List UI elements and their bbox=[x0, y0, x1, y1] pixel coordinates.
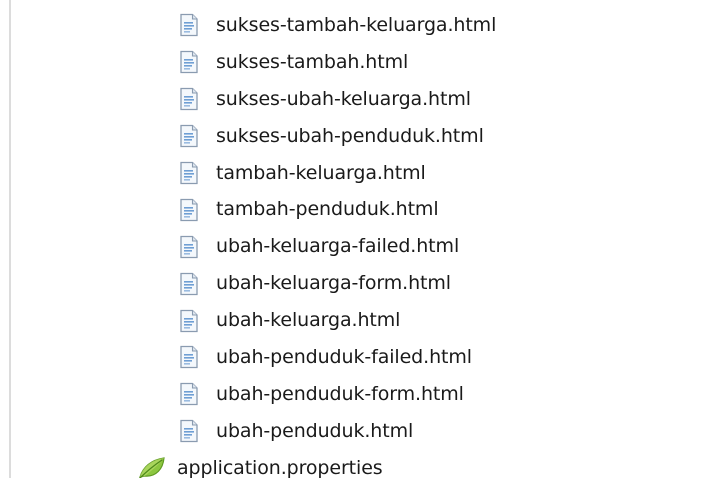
tree-item-label: application.properties bbox=[177, 456, 383, 478]
html-file-icon bbox=[180, 198, 198, 222]
tree-item-sukses-tambah-keluarga[interactable]: sukses-tambah-keluarga.html bbox=[0, 7, 496, 44]
tree-item-label: sukses-ubah-keluarga.html bbox=[216, 87, 471, 110]
tree-item-label: ubah-keluarga-form.html bbox=[216, 272, 451, 295]
tree-item-sukses-ubah-keluarga[interactable]: sukses-ubah-keluarga.html bbox=[0, 81, 496, 118]
tree-item-tambah-penduduk[interactable]: tambah-penduduk.html bbox=[0, 191, 496, 228]
tree-item-tambah-keluarga[interactable]: tambah-keluarga.html bbox=[0, 155, 496, 192]
spring-leaf-icon bbox=[139, 457, 165, 478]
tree-item-label: ubah-penduduk-failed.html bbox=[216, 345, 472, 368]
tree-item-label: sukses-ubah-penduduk.html bbox=[216, 124, 484, 147]
tree-item-label: tambah-penduduk.html bbox=[216, 198, 439, 221]
file-list: sukses-tambah-keluarga.html sukses-tamba… bbox=[0, 7, 496, 478]
html-file-icon bbox=[180, 88, 198, 111]
tree-item-sukses-tambah[interactable]: sukses-tambah.html bbox=[0, 44, 496, 81]
tree-item-ubah-keluarga[interactable]: ubah-keluarga.html bbox=[0, 302, 496, 339]
html-file-icon bbox=[180, 51, 198, 74]
project-explorer-tree: sukses-tambah-keluarga.html sukses-tamba… bbox=[0, 0, 705, 478]
tree-item-label: ubah-keluarga.html bbox=[216, 309, 401, 332]
tree-item-label: sukses-tambah-keluarga.html bbox=[216, 13, 497, 36]
html-file-icon bbox=[180, 14, 198, 37]
tree-item-label: ubah-penduduk-form.html bbox=[216, 382, 464, 405]
html-file-icon bbox=[180, 235, 198, 258]
tree-item-label: ubah-penduduk.html bbox=[216, 419, 414, 442]
html-file-icon bbox=[180, 272, 198, 295]
tree-item-label: tambah-keluarga.html bbox=[216, 161, 426, 184]
tree-item-ubah-keluarga-form[interactable]: ubah-keluarga-form.html bbox=[0, 265, 496, 302]
html-file-icon bbox=[180, 420, 198, 443]
html-file-icon bbox=[180, 161, 198, 185]
tree-item-sukses-ubah-penduduk[interactable]: sukses-ubah-penduduk.html bbox=[0, 118, 496, 155]
tree-item-label: sukses-tambah.html bbox=[216, 50, 409, 73]
tree-item-label: ubah-keluarga-failed.html bbox=[216, 235, 460, 258]
tree-item-ubah-penduduk-failed[interactable]: ubah-penduduk-failed.html bbox=[0, 339, 496, 376]
html-file-icon bbox=[180, 124, 198, 148]
html-file-icon bbox=[180, 383, 198, 406]
html-file-icon bbox=[180, 346, 198, 369]
tree-item-ubah-penduduk[interactable]: ubah-penduduk.html bbox=[0, 413, 496, 450]
tree-item-application-properties[interactable]: application.properties bbox=[0, 450, 496, 478]
tree-item-ubah-keluarga-failed[interactable]: ubah-keluarga-failed.html bbox=[0, 228, 496, 265]
html-file-icon bbox=[180, 309, 198, 332]
tree-item-ubah-penduduk-form[interactable]: ubah-penduduk-form.html bbox=[0, 376, 496, 413]
